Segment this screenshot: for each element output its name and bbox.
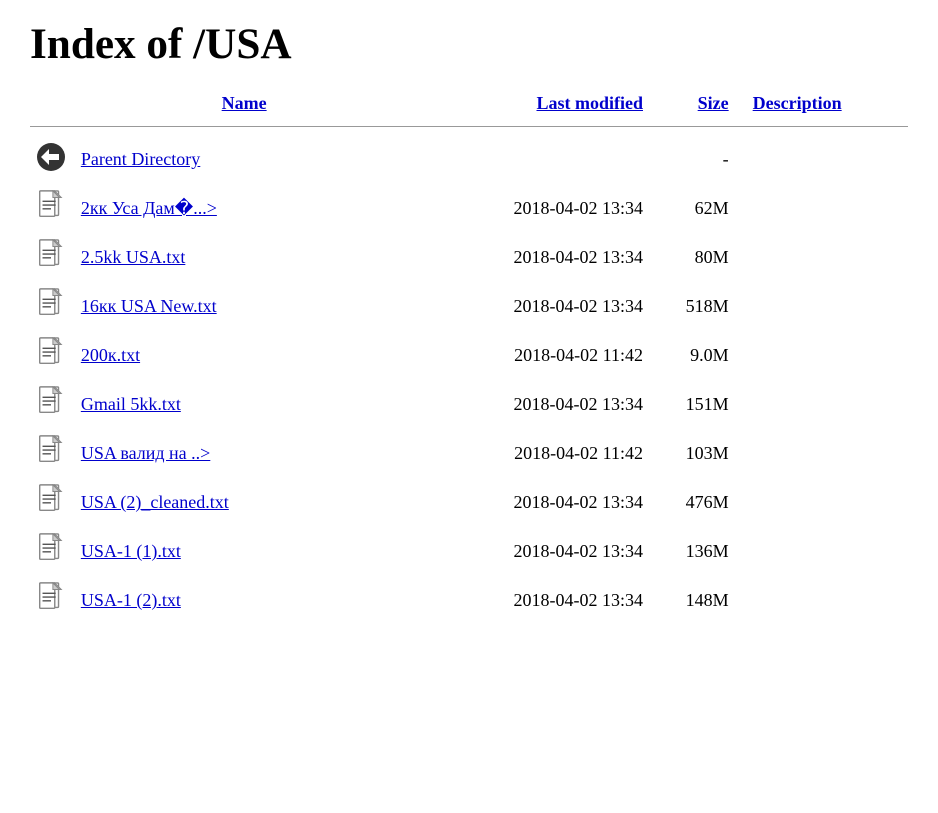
- file-link[interactable]: 200к.txt: [81, 345, 140, 365]
- file-icon-cell: [30, 282, 73, 331]
- file-size-cell: 62M: [651, 184, 737, 233]
- file-size-cell: 148M: [651, 576, 737, 625]
- file-name-cell: 16кк USA New.txt: [73, 282, 416, 331]
- file-link[interactable]: USA-1 (1).txt: [81, 541, 181, 561]
- file-link[interactable]: USA валид на ..>: [81, 443, 210, 463]
- table-row: USA-1 (1).txt 2018-04-02 13:34136M: [30, 527, 908, 576]
- file-description-cell: [737, 478, 908, 527]
- table-row: 2кк Уса Дам�...> 2018-04-02 13:3462M: [30, 184, 908, 233]
- file-icon-cell: [30, 233, 73, 282]
- file-modified-cell: 2018-04-02 11:42: [415, 331, 651, 380]
- file-modified-cell: 2018-04-02 13:34: [415, 184, 651, 233]
- size-sort-link[interactable]: Size: [698, 93, 729, 113]
- file-modified-cell: 2018-04-02 13:34: [415, 527, 651, 576]
- file-size-cell: -: [651, 135, 737, 184]
- file-link[interactable]: 2.5kk USA.txt: [81, 247, 186, 267]
- file-name-cell: 200к.txt: [73, 331, 416, 380]
- table-row: Gmail 5kk.txt 2018-04-02 13:34151M: [30, 380, 908, 429]
- file-icon: [37, 386, 65, 418]
- col-header-modified: Last modified: [415, 89, 651, 118]
- modified-sort-link[interactable]: Last modified: [536, 93, 643, 113]
- file-icon: [37, 288, 65, 320]
- file-icon-cell: [30, 331, 73, 380]
- file-icon: [37, 582, 65, 614]
- file-icon-cell: [30, 478, 73, 527]
- col-header-size: Size: [651, 89, 737, 118]
- file-modified-cell: 2018-04-02 13:34: [415, 478, 651, 527]
- file-name-cell: Gmail 5kk.txt: [73, 380, 416, 429]
- file-icon: [37, 190, 65, 222]
- file-link[interactable]: Gmail 5kk.txt: [81, 394, 181, 414]
- file-icon: [37, 337, 65, 369]
- file-icon: [37, 239, 65, 271]
- file-description-cell: [737, 576, 908, 625]
- file-description-cell: [737, 527, 908, 576]
- file-size-cell: 80M: [651, 233, 737, 282]
- file-icon-cell: [30, 429, 73, 478]
- file-modified-cell: 2018-04-02 13:34: [415, 233, 651, 282]
- file-icon-cell: [30, 527, 73, 576]
- table-row: USA-1 (2).txt 2018-04-02 13:34148M: [30, 576, 908, 625]
- header-divider: [30, 126, 908, 127]
- file-modified-cell: 2018-04-02 13:34: [415, 282, 651, 331]
- file-link[interactable]: USA (2)_cleaned.txt: [81, 492, 229, 512]
- file-icon: [37, 533, 65, 565]
- file-icon-cell: [30, 380, 73, 429]
- table-row: 16кк USA New.txt 2018-04-02 13:34518M: [30, 282, 908, 331]
- file-name-cell: 2кк Уса Дам�...>: [73, 184, 416, 233]
- file-icon: [37, 484, 65, 516]
- file-description-cell: [737, 282, 908, 331]
- col-header-name: Name: [73, 89, 416, 118]
- parent-dir-icon: [35, 141, 67, 173]
- file-link[interactable]: 16кк USA New.txt: [81, 296, 217, 316]
- icon-header-col: [30, 89, 73, 118]
- file-name-cell: USA валид на ..>: [73, 429, 416, 478]
- file-name-cell: USA-1 (1).txt: [73, 527, 416, 576]
- file-description-cell: [737, 380, 908, 429]
- file-description-cell: [737, 331, 908, 380]
- file-description-cell: [737, 233, 908, 282]
- file-size-cell: 518M: [651, 282, 737, 331]
- file-link[interactable]: USA-1 (2).txt: [81, 590, 181, 610]
- file-size-cell: 103M: [651, 429, 737, 478]
- file-link[interactable]: Parent Directory: [81, 149, 200, 169]
- file-name-cell: Parent Directory: [73, 135, 416, 184]
- file-icon-cell: [30, 184, 73, 233]
- file-name-cell: 2.5kk USA.txt: [73, 233, 416, 282]
- file-description-cell: [737, 135, 908, 184]
- table-row: 200к.txt 2018-04-02 11:429.0M: [30, 331, 908, 380]
- desc-sort-link[interactable]: Description: [753, 93, 842, 113]
- table-row: USA (2)_cleaned.txt 2018-04-02 13:34476M: [30, 478, 908, 527]
- file-size-cell: 136M: [651, 527, 737, 576]
- file-modified-cell: 2018-04-02 13:34: [415, 380, 651, 429]
- file-icon: [37, 435, 65, 467]
- file-modified-cell: 2018-04-02 11:42: [415, 429, 651, 478]
- col-header-description: Description: [737, 89, 908, 118]
- file-description-cell: [737, 429, 908, 478]
- file-link[interactable]: 2кк Уса Дам�...>: [81, 198, 217, 218]
- file-icon-cell: [30, 576, 73, 625]
- file-size-cell: 9.0M: [651, 331, 737, 380]
- file-size-cell: 151M: [651, 380, 737, 429]
- table-row: Parent Directory -: [30, 135, 908, 184]
- file-size-cell: 476M: [651, 478, 737, 527]
- table-row: 2.5kk USA.txt 2018-04-02 13:3480M: [30, 233, 908, 282]
- file-name-cell: USA-1 (2).txt: [73, 576, 416, 625]
- file-name-cell: USA (2)_cleaned.txt: [73, 478, 416, 527]
- table-row: USA валид на ..> 2018-04-02 11:42103M: [30, 429, 908, 478]
- file-description-cell: [737, 184, 908, 233]
- file-modified-cell: 2018-04-02 13:34: [415, 576, 651, 625]
- parent-dir-icon-cell: [30, 135, 73, 184]
- directory-listing: Name Last modified Size Description Pare…: [30, 89, 908, 625]
- file-modified-cell: [415, 135, 651, 184]
- name-sort-link[interactable]: Name: [222, 93, 267, 113]
- page-title: Index of /USA: [30, 20, 908, 69]
